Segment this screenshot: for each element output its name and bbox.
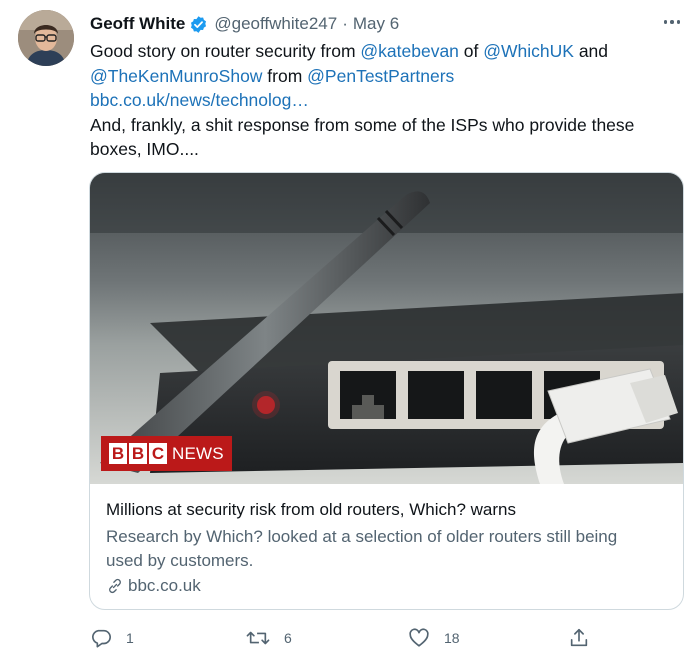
verified-badge-icon [189, 15, 208, 34]
mention-whichuk[interactable]: @WhichUK [483, 41, 574, 61]
logo-news-text: NEWS [172, 443, 224, 463]
tweet-text-line: @TheKenMunroShow from @PenTestPartners [90, 64, 685, 89]
link-icon [109, 578, 121, 594]
more-options-icon[interactable] [660, 12, 684, 32]
card-description: Research by Which? looked at a selection… [106, 525, 671, 573]
avatar-photo [18, 10, 74, 66]
author-handle[interactable]: @geoffwhite247 [214, 14, 337, 34]
author-avatar[interactable] [18, 10, 74, 66]
like-icon [409, 628, 429, 647]
card-domain-text: bbc.co.uk [128, 576, 201, 595]
tweet-text-line: And, frankly, a shit response from some … [90, 114, 635, 135]
reply-count: 1 [126, 630, 134, 646]
card-description-line: Research by Which? looked at a selection… [106, 527, 618, 546]
tweet-text-line: boxes, IMO.... [90, 139, 199, 159]
mention-pentestpartners[interactable]: @PenTestPartners [307, 66, 454, 86]
logo-letter: B [109, 443, 127, 464]
mention-katebevan[interactable]: @katebevan [360, 41, 459, 61]
retweet-icon [246, 631, 270, 645]
mention-thekenmunroshow[interactable]: @TheKenMunroShow [90, 66, 262, 86]
card-domain: bbc.co.uk [106, 576, 201, 596]
tweet-actions: 1 6 18 [90, 625, 610, 651]
tweet-header: Geoff White @geoffwhite247 · May 6 [90, 12, 678, 36]
text-segment: from [262, 65, 308, 86]
text-segment: Good story on router security from [90, 41, 361, 61]
header-separator: · [342, 14, 348, 33]
like-count: 18 [444, 630, 460, 646]
share-icon [570, 628, 588, 647]
retweet-count: 6 [284, 630, 292, 646]
text-segment: of [458, 41, 484, 61]
logo-letter: B [129, 443, 147, 464]
card-title[interactable]: Millions at security risk from old route… [106, 500, 516, 520]
text-segment: and [573, 41, 609, 61]
share-button[interactable] [568, 625, 590, 651]
reply-icon [92, 629, 111, 648]
tweet[interactable]: Geoff White @geoffwhite247 · May 6 Good … [0, 0, 698, 663]
author-name[interactable]: Geoff White [90, 14, 185, 34]
tweet-text-line: Good story on router security from @kate… [90, 39, 685, 64]
tweet-text: Good story on router security from @kate… [90, 39, 685, 162]
like-button[interactable]: 18 [408, 625, 460, 651]
retweet-button[interactable]: 6 [246, 625, 292, 651]
link-preview-card[interactable]: B B C NEWS Millions at security risk fro… [89, 172, 684, 610]
reply-button[interactable]: 1 [90, 625, 134, 651]
logo-letter: C [149, 443, 167, 464]
bbc-news-logo: B B C NEWS [101, 436, 232, 471]
tweet-date[interactable]: May 6 [353, 14, 399, 34]
card-description-line: used by customers. [106, 551, 254, 570]
article-link[interactable]: bbc.co.uk/news/technolog… [90, 88, 685, 113]
